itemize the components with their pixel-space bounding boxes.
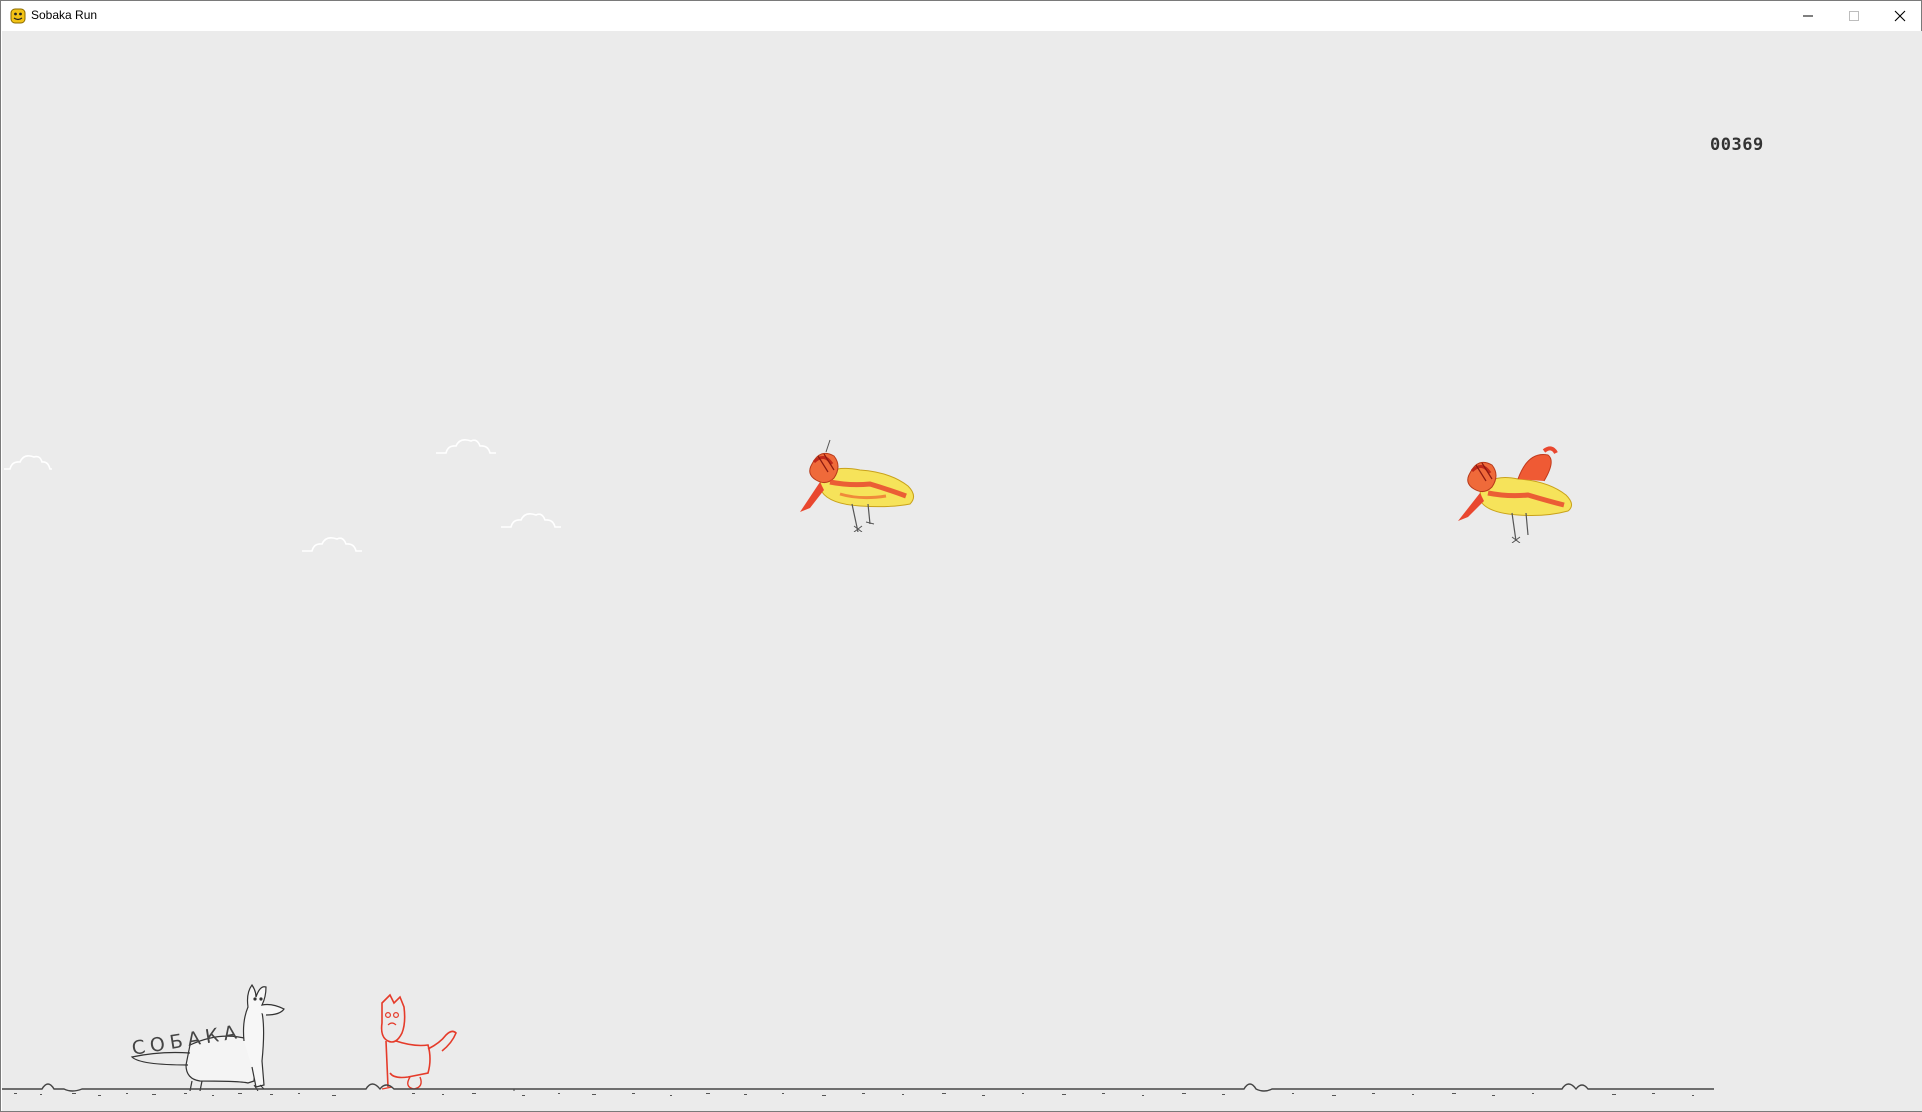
- close-button[interactable]: [1877, 1, 1922, 31]
- bird-enemy: [800, 439, 914, 532]
- game-canvas[interactable]: 00369 СОБАКА: [2, 31, 1922, 1111]
- ground-track: [2, 1083, 1714, 1096]
- bird-enemy: [1458, 446, 1572, 543]
- game-window: Sobaka Run 00369 СОБАКА: [0, 0, 1922, 1112]
- cloud: [302, 537, 362, 552]
- minimize-button[interactable]: [1785, 1, 1831, 31]
- cloud: [4, 455, 52, 470]
- cloud: [436, 439, 496, 454]
- cloud: [501, 513, 561, 528]
- close-icon: [1894, 10, 1906, 22]
- score-counter: 00369: [1710, 135, 1764, 155]
- pygame-snake-icon: [10, 8, 26, 24]
- maximize-icon: [1849, 11, 1859, 21]
- title-bar[interactable]: Sobaka Run: [1, 1, 1921, 31]
- maximize-button[interactable]: [1831, 1, 1877, 31]
- minimize-icon: [1803, 15, 1813, 17]
- window-title: Sobaka Run: [31, 8, 98, 22]
